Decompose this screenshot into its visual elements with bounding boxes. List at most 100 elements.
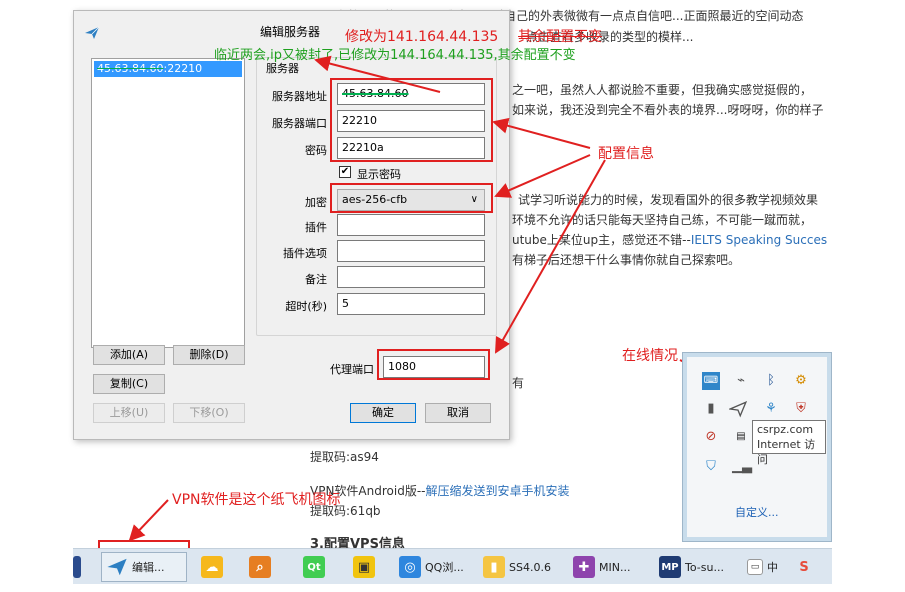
shield-icon[interactable]: ⚙	[792, 372, 810, 390]
encryption-label: 加密	[305, 196, 327, 209]
tooltip-host: csrpz.com	[757, 423, 814, 436]
taskbar-item-qq-browser[interactable]: ◎ QQ浏...	[399, 552, 464, 582]
taskbar-item-min[interactable]: ✚ MIN...	[573, 552, 630, 582]
proxy-port-label: 代理端口	[330, 363, 374, 376]
taskbar: 编辑... ☁ ⌕ Qt ▣ ◎ QQ浏... ▮ SS4.0.6 ✚ MIN.…	[73, 548, 832, 584]
move-down-button[interactable]: 下移(O)	[173, 403, 245, 423]
folder-icon: ▮	[483, 556, 505, 578]
server-port-label: 服务器端口	[272, 117, 327, 130]
taskbar-ime[interactable]: ▭ 中	[747, 552, 778, 582]
show-password-label: 显示密码	[357, 168, 401, 181]
cancel-button[interactable]: 取消	[425, 403, 491, 423]
show-password-checkbox[interactable]: ✔	[339, 166, 351, 178]
app-icon	[73, 556, 81, 578]
annotation-online-status: 在线情况	[622, 348, 678, 364]
plugin-options-label: 插件选项	[283, 247, 327, 260]
qt-icon: Qt	[303, 556, 325, 578]
taskbar-label: QQ浏...	[425, 561, 464, 574]
annotation-green-note: 临近两会,ip又被封了,已修改为144.164.44.135,其余配置不变	[214, 48, 576, 63]
remarks-label: 备注	[305, 273, 327, 286]
article-line: utube上某位up主，感觉还不错--IELTS Speaking Succes	[512, 232, 827, 248]
keyboard-icon[interactable]: ⌨	[702, 372, 720, 390]
taskbar-item-to-su[interactable]: MP To-su...	[659, 552, 724, 582]
password-label: 密码	[305, 144, 327, 157]
server-item-ip: 45.63.84.60	[97, 62, 164, 75]
tray-customize-link[interactable]: 自定义...	[735, 504, 779, 520]
taskbar-edge-app[interactable]	[73, 552, 85, 582]
article-line: 试学习听说能力的时候，发现看国外的很多教学视频效果	[518, 193, 819, 207]
ime-switch-icon: ▭	[747, 559, 763, 575]
add-button[interactable]: 添加(A)	[93, 345, 165, 365]
taskbar-label: 编辑...	[132, 561, 165, 574]
qq-browser-icon: ◎	[399, 556, 421, 578]
magnifier-icon: ⌕	[249, 556, 271, 578]
annotation-unchanged-struck: 其余配置不变	[518, 29, 602, 45]
app64-icon[interactable]: ▤	[732, 428, 750, 446]
taskbar-item-weather[interactable]: ☁	[201, 552, 227, 582]
plugin-field[interactable]	[337, 214, 485, 236]
tooltip-status: Internet 访问	[757, 438, 816, 466]
article-line: 提取码:as94	[310, 450, 379, 464]
paper-plane-icon[interactable]	[727, 400, 748, 418]
screenshot-stage: 下面在校园服的一张图是我本人，对自己的外表微微有一点点自信吧...正面照最近的空…	[0, 0, 905, 592]
timeout-field[interactable]: 5	[337, 293, 485, 315]
plugin-label: 插件	[305, 221, 327, 234]
remarks-field[interactable]	[337, 266, 485, 288]
taskbar-item-search[interactable]: ⌕	[249, 552, 275, 582]
annotation-box-encryption	[330, 183, 493, 213]
annotation-modify-to: 修改为141.164.44.135	[345, 29, 499, 45]
sogou-icon: S	[799, 559, 809, 575]
android-download-link[interactable]: 解压缩发送到安卓手机安装	[425, 484, 569, 498]
taskbar-item-qt[interactable]: Qt	[303, 552, 329, 582]
move-up-button[interactable]: 上移(U)	[93, 403, 165, 423]
delete-button[interactable]: 删除(D)	[173, 345, 245, 365]
taskbar-label: 中	[767, 561, 778, 574]
article-line: VPN软件Android版--解压缩发送到安卓手机安装	[310, 483, 570, 499]
article-line: 如来说，我还没到完全不看外表的境界...呀呀呀，你的样子	[512, 103, 824, 117]
server-address-label: 服务器地址	[272, 90, 327, 103]
page-margin	[832, 0, 905, 592]
article-line: 环境不允许的话只能每天坚持自己练，不可能一蹴而就，	[512, 213, 813, 227]
dialog-title: 编辑服务器	[260, 25, 321, 39]
defender-icon[interactable]: ⛉	[702, 458, 720, 476]
plugin-options-field[interactable]	[337, 240, 485, 262]
usb-icon[interactable]: ⌁	[732, 372, 750, 390]
taskbar-item-edit[interactable]: 编辑...	[101, 552, 187, 582]
network-icon[interactable]: ⚘	[762, 400, 780, 418]
tray-tooltip: csrpz.com Internet 访问	[752, 420, 826, 466]
ielts-link[interactable]: IELTS Speaking Succes	[691, 233, 827, 247]
taskbar-item-tool[interactable]: ▣	[353, 552, 379, 582]
paper-plane-icon	[85, 26, 100, 39]
mp-icon: MP	[659, 556, 681, 578]
taskbar-label: To-su...	[685, 560, 724, 574]
ok-button[interactable]: 确定	[350, 403, 416, 423]
timeout-label: 超时(秒)	[285, 300, 327, 313]
signal-icon[interactable]: ▁▃	[732, 458, 752, 476]
article-line: 有	[512, 376, 525, 390]
mute-icon[interactable]: ⊘	[702, 428, 720, 446]
weather-icon: ☁	[201, 556, 223, 578]
annotation-box-server-info	[330, 78, 493, 162]
server-list-item[interactable]: 45.63.84.60:22210	[94, 61, 242, 77]
taskbar-item-ss[interactable]: ▮ SS4.0.6	[483, 552, 551, 582]
annotation-vpn-icon-note: VPN软件是这个纸飞机图标	[172, 492, 341, 508]
annotation-config-info: 配置信息	[598, 146, 654, 162]
bluetooth-icon[interactable]: ᛒ	[762, 372, 780, 390]
battery-icon[interactable]: ▮	[702, 400, 720, 418]
annotation-box-proxy-port	[377, 349, 490, 380]
server-item-port: :22210	[163, 62, 203, 75]
taskbar-label: MIN...	[599, 560, 631, 574]
section-heading: 3.配置VPS信息	[310, 537, 405, 548]
paper-plane-icon	[106, 556, 128, 578]
security-icon[interactable]: ⛨	[792, 400, 810, 418]
mindmap-icon: ✚	[573, 556, 595, 578]
tool-icon: ▣	[353, 556, 375, 578]
taskbar-label: SS4.0.6	[509, 560, 551, 574]
arrow-to-taskbar	[128, 499, 169, 542]
taskbar-sogou[interactable]: S	[793, 552, 819, 582]
article-line: 之一吧，虽然人人都说脸不重要，但我确实感觉挺假的，	[512, 83, 813, 97]
server-list[interactable]: 45.63.84.60:22210	[91, 58, 245, 348]
article-text: utube上某位up主，感觉还不错--	[512, 233, 691, 247]
article-line: 有梯子后还想干什么事情你就自己探索吧。	[512, 253, 741, 267]
copy-button[interactable]: 复制(C)	[93, 374, 165, 394]
